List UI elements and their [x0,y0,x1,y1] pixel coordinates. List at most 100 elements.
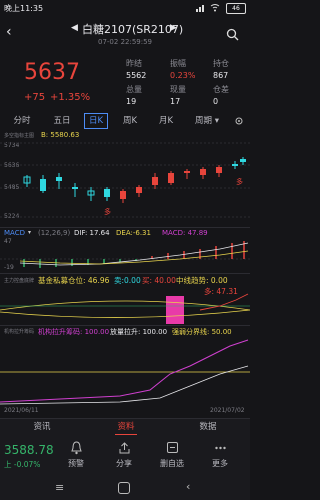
macd-dif-line [19,242,249,266]
share-icon [119,442,129,454]
buy-signal-marker-right: 多 [236,178,243,186]
candle [152,177,158,185]
prev-contract-icon[interactable]: ◀ [71,23,78,33]
index-quote[interactable]: 3588.78 上 -0.07% [4,443,54,470]
status-time: 晚上11:35 [4,4,44,13]
remove-watchlist-label: 删自选 [160,459,184,468]
candle [240,159,246,162]
share-label: 分享 [116,459,132,468]
more-icon [214,446,226,450]
system-nav-bar: ≡ ‹ [0,477,250,500]
stat-value-current-volume: 17 [170,97,181,106]
remove-watchlist-icon [166,442,178,453]
tab-profile[interactable]: 资料 [108,419,144,435]
back-icon[interactable]: ‹ [6,24,12,40]
candle [232,164,238,166]
menu-icon[interactable]: ≡ [55,481,64,494]
stat-label-amplitude: 振幅 [170,59,186,68]
lift-indicator-name: 机构拉升筹码 [4,329,35,335]
price-change: +75 [24,92,46,103]
lift-line [0,339,249,403]
stat-label-prev-settle: 昨结 [126,59,142,68]
price-change-pct: +1.35% [50,92,91,103]
next-contract-icon[interactable]: ▶ [170,23,177,33]
bottom-toolbar: 3588.78 上 -0.07% 预警 分享 删自选 更多 ≡ ‹ [0,435,250,500]
fund-trend-curve-2 [0,309,250,318]
tab-news[interactable]: 资讯 [24,419,60,435]
last-price: 5637 [24,60,80,85]
candlestick-plot [0,142,250,218]
stat-value-volume: 19 [126,97,137,106]
more-label: 更多 [212,459,228,468]
bell-icon [70,441,82,455]
status-bar: 晚上11:35 46 [0,0,250,18]
tab-five-day[interactable]: 五日 [44,113,80,129]
page-title: 白糖2107(SR2107) [82,23,184,36]
stat-label-volume: 总量 [126,85,142,94]
alert-label: 预警 [68,459,84,468]
stat-label-position-diff: 仓差 [213,85,229,94]
alert-button[interactable]: 预警 [56,441,96,469]
macd-dif: DIF: 17.64 [74,229,110,237]
period-tabs: 分时 五日 日K 周K 月K 周期 ▾ [0,113,250,129]
stat-label-current-volume: 现量 [170,85,186,94]
institution-lift-plot [0,339,250,405]
candle [168,173,174,183]
app-header: ‹ ◀ 白糖2107(SR2107) ▶ 07-02 22:59:59 [0,18,250,52]
quote-panel: 5637 +75 +1.35% 昨结 5562 振幅 0.23% 持仓 867 … [0,52,250,108]
tab-period-label: 周期 [195,116,213,126]
candle [136,187,142,193]
back-nav-icon[interactable]: ‹ [186,480,190,493]
fund-position-bar [166,296,184,324]
fund-position-plot [0,293,250,324]
fund-trend-curve [0,300,250,311]
date-end: 2021/07/02 [210,407,245,414]
tab-weekly-k[interactable]: 周K [116,113,144,129]
stat-label-open-interest: 持仓 [213,59,229,68]
macd-dropdown-icon[interactable]: ▾ [28,229,31,236]
macd-dea-line [19,250,249,265]
macd-plot [0,241,250,268]
macd-params: (12,26,9) [38,229,71,237]
index-price: 3588.78 [4,443,54,457]
candle [200,169,206,175]
signal-icon [196,3,206,14]
kline-chart[interactable]: 多空指标主图 B: 5580.63 5734 5636 5485 5224 多 … [0,131,250,226]
macd-panel[interactable]: MACD ▾ (12,26,9) DIF: 17.64 DEA:-6.31 MA… [0,229,250,272]
macd-value: MACD: 47.89 [162,229,208,237]
candle [72,187,78,189]
tab-monthly-k[interactable]: 月K [152,113,180,129]
content-tabs: 资讯 资料 数据 [0,418,250,436]
candle [40,179,46,191]
tab-daily-k[interactable]: 日K [84,113,108,129]
institution-lift-panel[interactable]: 机构拉升筹码 机构拉升筹码: 100.00 放量拉升: 100.00 强弱分界线… [0,326,250,406]
stat-value-position-diff: 0 [213,97,219,106]
share-button[interactable]: 分享 [104,441,144,469]
date-start: 2021/06/11 [4,407,39,414]
macd-dea: DEA:-6.31 [116,229,151,237]
home-icon[interactable] [118,482,130,494]
tab-data[interactable]: 数据 [190,419,226,435]
fund-indicator-name: 主力控盘底牌 [4,278,35,284]
stat-value-amplitude: 0.23% [170,71,196,80]
candle [184,171,190,173]
search-icon[interactable] [226,26,239,45]
quote-timestamp: 07-02 22:59:59 [98,38,153,46]
more-button[interactable]: 更多 [200,441,240,469]
wifi-icon [210,3,220,14]
remove-watchlist-button[interactable]: 删自选 [152,441,192,469]
stat-value-prev-settle: 5562 [126,71,147,80]
fund-position-panel[interactable]: 主力控盘底牌 基金私募仓位: 46.96 卖:0.00 买: 40.00 中线趋… [0,274,250,324]
battery-icon: 46 [226,3,246,14]
divider [0,227,250,228]
date-axis: 2021/06/11 2021/07/02 [0,407,250,417]
macd-label: MACD [4,229,25,237]
settings-icon[interactable] [234,116,244,129]
candle [120,191,126,199]
candle [216,167,222,173]
tab-intraday[interactable]: 分时 [4,113,40,129]
index-change: 上 -0.07% [4,460,41,469]
stat-value-open-interest: 867 [213,71,229,80]
tab-period[interactable]: 周期 ▾ [190,113,224,129]
fund-long-line [199,293,249,311]
